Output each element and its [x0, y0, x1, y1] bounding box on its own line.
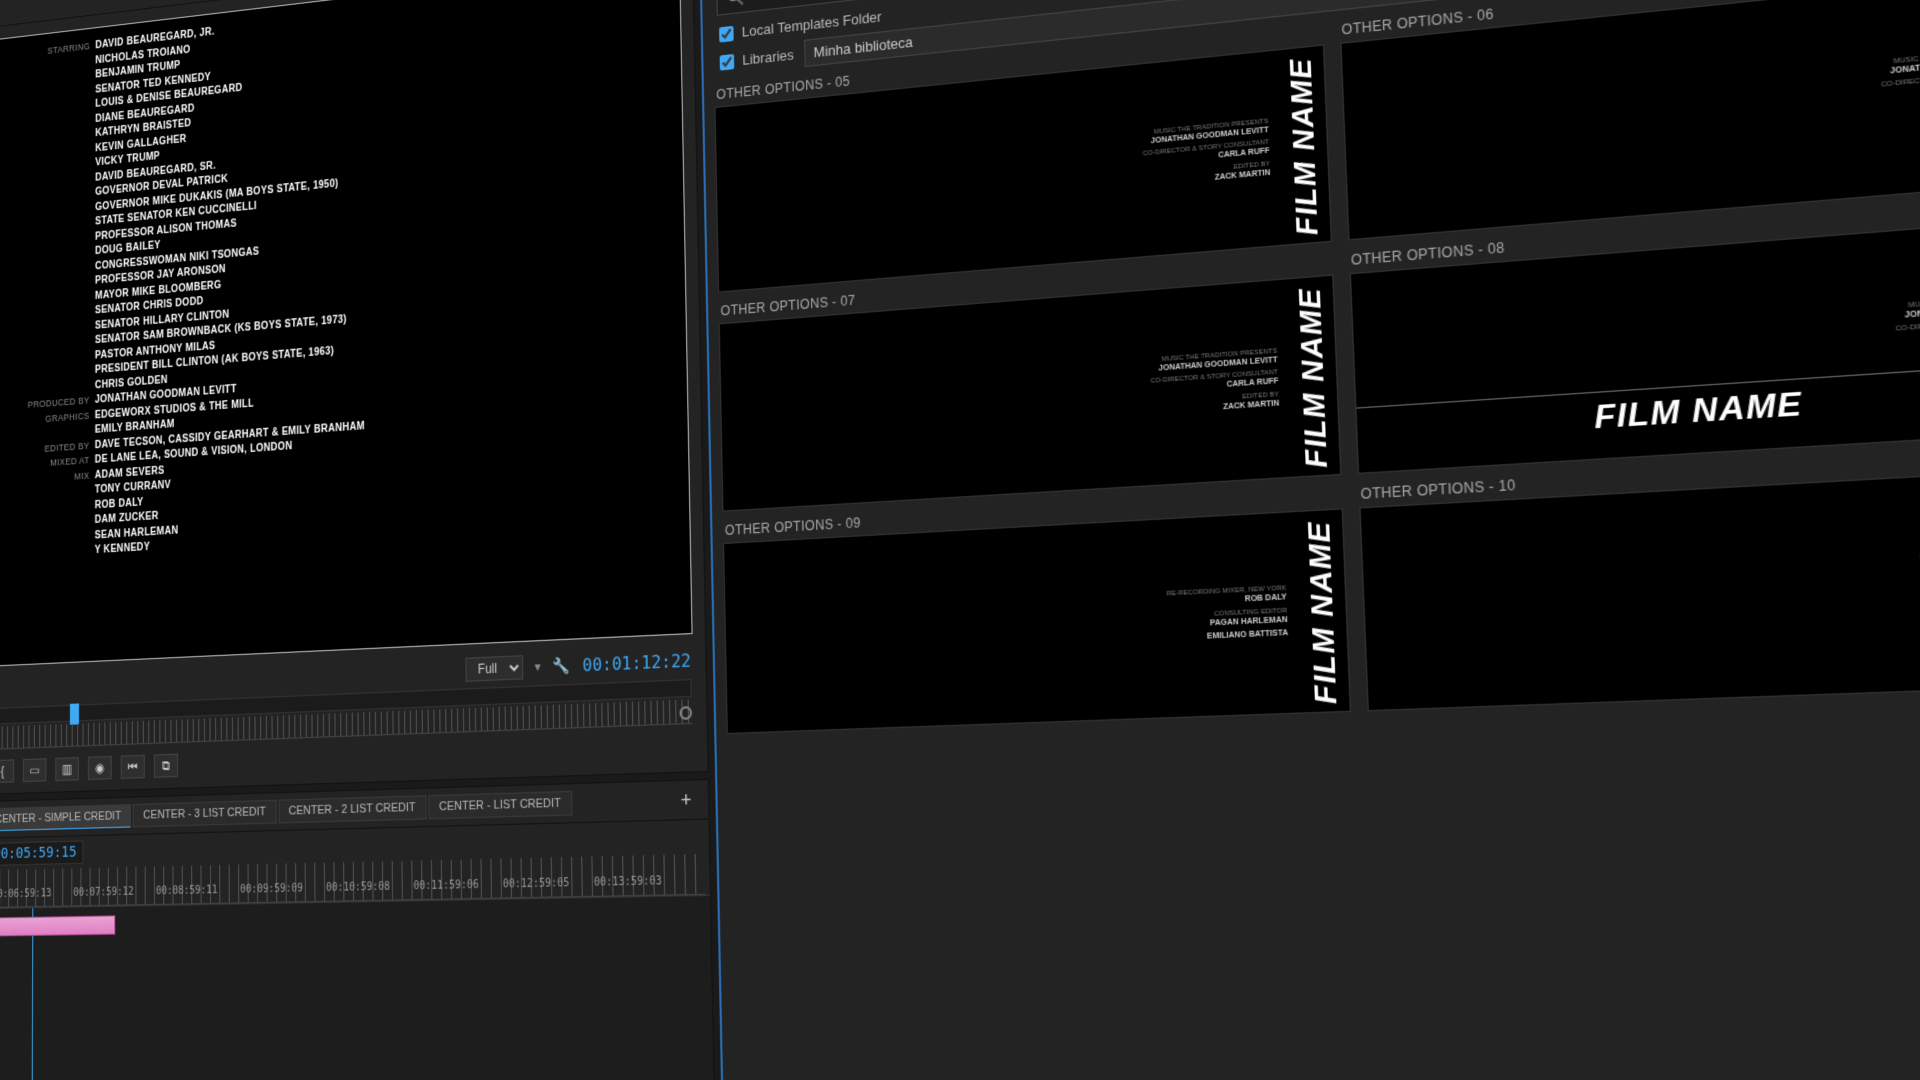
timeline-panel: CENTER - SIMPLE CREDITCENTER - 3 LIST CR… — [0, 779, 716, 1080]
ruler-tick: 00:10:59:08 — [326, 881, 390, 894]
timeline-timecode[interactable]: 00:05:59:15 — [0, 840, 83, 866]
credits-roll: STARRINGDAVID BEAUREGARD, JR. NICHOLAS T… — [26, 0, 648, 563]
ruler-tick: 00:11:59:06 — [413, 879, 479, 892]
program-monitor: STARRINGDAVID BEAUREGARD, JR. NICHOLAS T… — [0, 0, 709, 795]
template-thumbnail[interactable]: RE-RECORDING MIXER, NEW YORKROB DALYCONS… — [723, 508, 1350, 734]
ruler-tick: 00:13:59:03 — [594, 875, 662, 889]
ruler-tick: 00:09:59:09 — [240, 883, 303, 896]
settings-wrench-icon[interactable]: 🔧 — [553, 656, 571, 676]
template-item[interactable]: OTHER OPTIONS - 08 MUSIC THE TRADITION P… — [1348, 195, 1920, 474]
sequence-tab[interactable]: CENTER - 3 LIST CREDIT — [133, 800, 276, 828]
video-clip[interactable] — [0, 915, 115, 936]
template-item[interactable]: OTHER OPTIONS - 10 RE-RECORDING MIXER, N… — [1358, 445, 1920, 712]
template-grid: OTHER OPTIONS - 05 MUSIC THE TRADITION P… — [704, 0, 1920, 1080]
step-back-button[interactable]: ⏮ — [121, 755, 145, 779]
timeline-tracks[interactable] — [0, 895, 715, 1080]
monitor-viewport[interactable]: STARRINGDAVID BEAUREGARD, JR. NICHOLAS T… — [0, 0, 693, 667]
template-thumbnail[interactable]: MUSIC THE TRADITION PRESENTSJONATHAN GOO… — [1340, 0, 1920, 240]
mark-in-button[interactable]: { — [0, 759, 14, 783]
sequence-tab[interactable]: CENTER - SIMPLE CREDIT — [0, 804, 131, 831]
sequence-tab[interactable]: CENTER - LIST CREDIT — [428, 791, 572, 820]
comparison-button[interactable]: ⧉ — [154, 754, 178, 778]
template-item[interactable]: OTHER OPTIONS - 09 RE-RECORDING MIXER, N… — [723, 487, 1351, 734]
template-thumbnail[interactable]: RE-RECORDING MIXER, NEW YORKROB DALYCONS… — [1359, 468, 1920, 712]
overwrite-button[interactable]: ▥ — [55, 757, 79, 781]
chevron-down-icon: ▾ — [535, 659, 541, 675]
new-sequence-button[interactable]: + — [672, 788, 700, 813]
ruler-tick: 00:07:59:12 — [73, 886, 134, 899]
zoom-knob[interactable] — [679, 706, 692, 720]
program-timecode[interactable]: 00:01:12:22 — [582, 649, 691, 675]
libraries-checkbox[interactable]: Libraries — [720, 46, 794, 70]
resolution-select[interactable]: Full — [465, 655, 523, 682]
insert-button[interactable]: ▭ — [23, 758, 46, 782]
ruler-tick: 00:06:59:13 — [0, 888, 52, 901]
export-frame-button[interactable]: ◉ — [88, 756, 112, 780]
ruler-tick: 00:12:59:05 — [503, 877, 570, 891]
sequence-tab[interactable]: CENTER - 2 LIST CREDIT — [278, 795, 426, 823]
scrub-playhead[interactable] — [70, 703, 79, 724]
template-item[interactable]: OTHER OPTIONS - 06 MUSIC THE TRADITION P… — [1339, 0, 1920, 240]
template-item[interactable]: OTHER OPTIONS - 07 MUSIC THE TRADITION P… — [718, 254, 1340, 512]
essential-graphics-panel: ✋ T. 🔍 Local Templates Folder Libraries … — [699, 0, 1920, 1080]
ruler-tick: 00:08:59:11 — [156, 884, 218, 897]
